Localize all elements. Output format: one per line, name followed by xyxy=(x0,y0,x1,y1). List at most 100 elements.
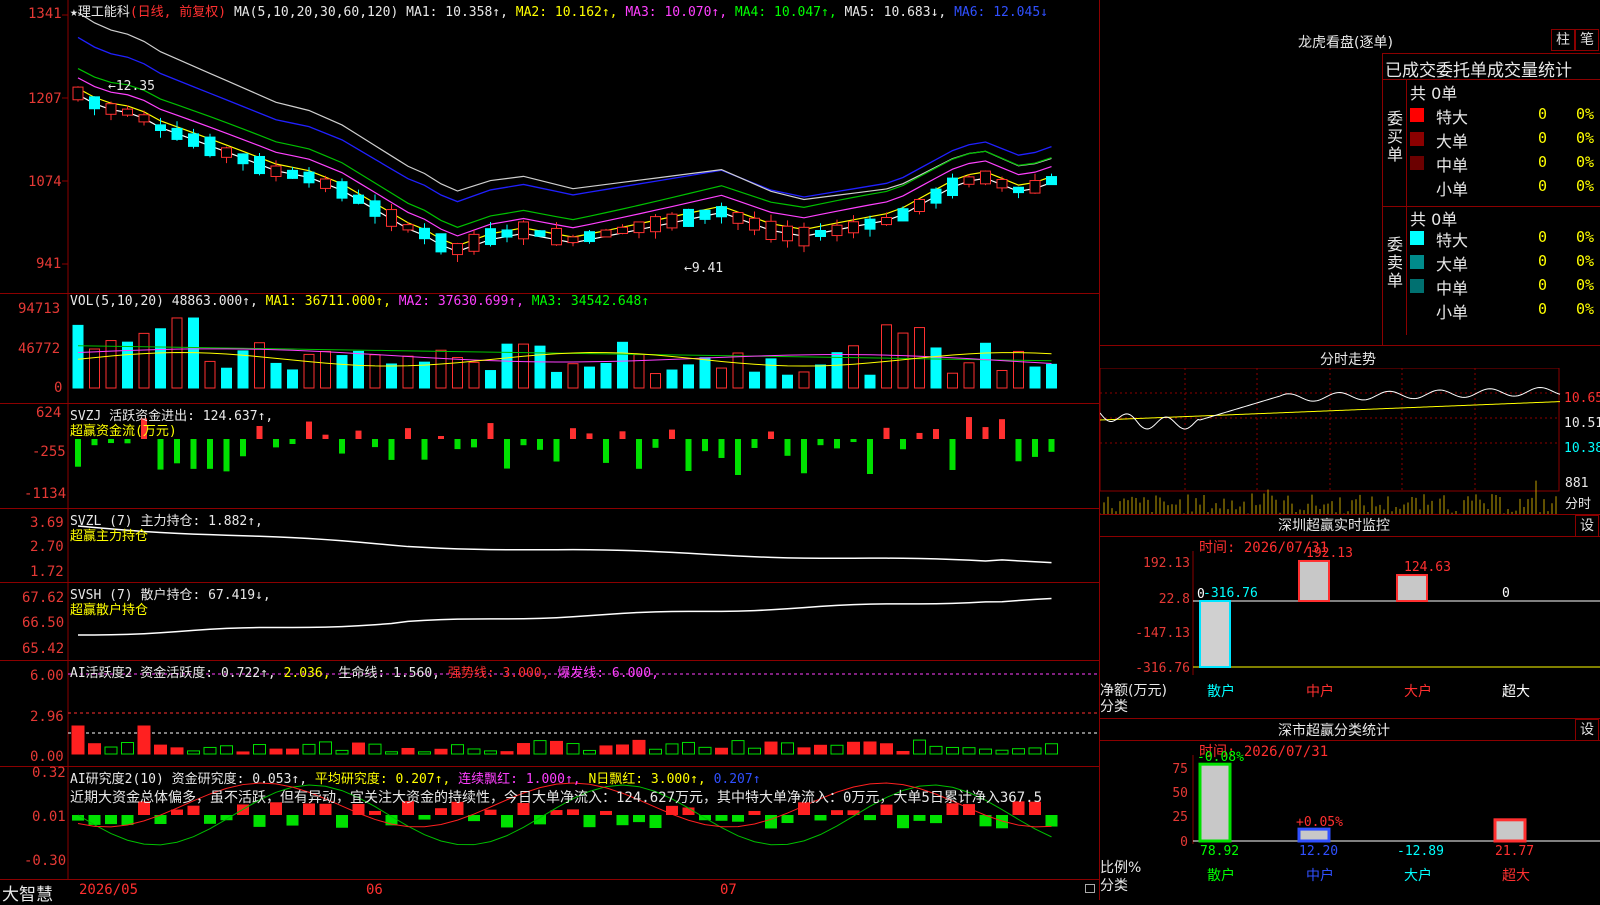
ma6-value: MA6: 12.045↓ xyxy=(954,5,1048,20)
activity-bar xyxy=(467,748,481,755)
research-bar xyxy=(864,815,876,821)
ai-activity-pane[interactable]: AI活跃度2 资金活跃度: 0.722↑, 2.036, 生命线: 1.560,… xyxy=(0,661,1099,767)
activity-bar xyxy=(385,751,398,755)
flow-bar xyxy=(190,439,197,469)
volume-bar xyxy=(287,369,298,389)
activity-bar xyxy=(632,739,646,755)
research-bar xyxy=(336,815,348,828)
monitor-chart[interactable]: 192.13 22.8 -147.13 -316.76 0 -316.76 散户 192.13… xyxy=(1100,515,1600,718)
order-percent: 0% xyxy=(1576,177,1595,195)
candle xyxy=(914,198,925,212)
candle xyxy=(1029,180,1041,194)
svzj-pane[interactable]: SVZJ 活跃资金进出: 124.637↑, 超赢资金流(万元) 624 -25… xyxy=(0,404,1099,509)
classify-chart[interactable]: 75 50 25 0 -0.08% 78.92 散户 +0.05% 12.20 中户 -12.89 大… xyxy=(1100,719,1600,900)
price-tick: 1074 xyxy=(28,174,62,190)
flow-bar xyxy=(256,425,263,439)
order-row: 特大 0 0% xyxy=(1410,103,1600,127)
bar-value: 124.63 xyxy=(1404,560,1451,575)
ai2-h3: 连续飘红: 1.000↑, xyxy=(458,772,581,787)
activity-bar xyxy=(995,749,1009,755)
change-label: +0.05% xyxy=(1296,815,1343,830)
activity-bar xyxy=(451,744,464,755)
lock-icon[interactable] xyxy=(1085,884,1095,893)
candle xyxy=(683,208,694,227)
date-axis: 大智慧 2026/05 06 07 xyxy=(0,880,1099,905)
svzl-pane[interactable]: SVZL (7) 主力持仓: 1.882↑, 超赢主力持仓 3.69 2.70 … xyxy=(0,509,1099,583)
stock-name: ★理工能科 xyxy=(70,5,130,20)
ai-research-pane[interactable]: AI研究度2(10) 资金研究度: 0.053↑, 平均研究度: 0.207↑,… xyxy=(0,765,1099,880)
activity-bar xyxy=(302,743,316,755)
order-type: 大单 xyxy=(1436,132,1469,151)
intraday-panel[interactable]: 分时走势 10.65 10.51 10.38 881 分时 xyxy=(1100,346,1600,514)
candle xyxy=(369,200,381,217)
volume-bar xyxy=(468,361,480,389)
monitor-panel[interactable]: 深圳超赢实时监控 设 时间: 2026/07/31 192.13 22.8 -147… xyxy=(1100,515,1600,718)
date-tick: 2026/05 xyxy=(79,882,139,898)
ai1-tick: 0.00 xyxy=(30,749,64,765)
flow-bar xyxy=(240,439,246,457)
candle xyxy=(765,220,777,240)
research-bar xyxy=(369,810,381,815)
flow-bar xyxy=(223,439,230,472)
intraday-chart[interactable] xyxy=(1100,368,1600,514)
vol-ma3: MA3: 34542.648↑ xyxy=(531,294,650,309)
svsh-pane[interactable]: SVSH (7) 散户持仓: 67.419↓, 超赢散户持仓 67.62 66.… xyxy=(0,583,1099,661)
candlestick-chart[interactable] xyxy=(0,0,1099,293)
ma1-value: MA1: 10.358↑, xyxy=(406,5,508,20)
order-row: 特大 0 0% xyxy=(1410,226,1600,250)
activity-bar xyxy=(187,750,200,755)
divider xyxy=(1382,53,1600,54)
price-pane[interactable]: ★理工能科(日线, 前复权) MA(5,10,20,30,60,120) MA1… xyxy=(0,0,1099,294)
research-bar xyxy=(913,815,926,821)
volume-bar xyxy=(89,348,100,389)
color-swatch xyxy=(1410,156,1424,170)
activity-bar xyxy=(253,744,266,755)
divider xyxy=(1406,79,1407,335)
svzl-tick: 3.69 xyxy=(30,515,64,531)
activity-bar xyxy=(962,747,976,755)
flow-bar xyxy=(685,439,692,471)
low-marker: ←9.41 xyxy=(684,261,724,276)
volume-pane[interactable]: VOL(5,10,20) 48863.000↑, MA1: 36711.000↑… xyxy=(0,294,1099,404)
flow-bar xyxy=(619,431,626,439)
volume-chart[interactable] xyxy=(0,294,1099,403)
order-type: 小单 xyxy=(1436,303,1469,322)
ma3-value: MA3: 10.070↑, xyxy=(625,5,728,20)
order-count: 0 xyxy=(1538,153,1548,171)
flow-bar xyxy=(669,429,675,439)
ai1-h4: 强势线: 3.000, xyxy=(447,666,550,681)
activity-bar xyxy=(913,739,926,755)
research-bar xyxy=(732,815,744,822)
volume-bar xyxy=(765,358,777,389)
bar-view-button[interactable]: 柱 xyxy=(1551,29,1575,51)
classify-tick: 0 xyxy=(1180,835,1188,850)
candle xyxy=(666,213,678,229)
flow-bar xyxy=(504,439,510,469)
order-row: 大单 0 0% xyxy=(1410,127,1600,151)
candle xyxy=(617,226,628,234)
activity-bar xyxy=(236,751,250,755)
candle xyxy=(105,103,117,115)
flow-bar xyxy=(900,439,906,450)
bar-value: -316.76 xyxy=(1203,586,1258,601)
research-bar xyxy=(484,809,497,815)
ratio-value: 21.77 xyxy=(1495,844,1534,859)
flow-bar xyxy=(702,439,708,452)
svzj-tick: -255 xyxy=(32,444,66,460)
flow-bar xyxy=(1015,439,1022,462)
activity-bar xyxy=(847,741,860,755)
color-swatch xyxy=(1410,231,1424,245)
chart-area[interactable]: ★理工能科(日线, 前复权) MA(5,10,20,30,60,120) MA1… xyxy=(0,0,1099,905)
flow-bar xyxy=(174,439,180,464)
volume-bar xyxy=(584,366,595,389)
high-marker: ←12.35 xyxy=(108,79,155,94)
pen-view-button[interactable]: 笔 xyxy=(1575,29,1599,51)
price-tick: 941 xyxy=(36,256,62,272)
classify-panel[interactable]: 深市超赢分类统计 设 时间: 2026/07/31 75 50 25 0 -0.08% 7… xyxy=(1100,719,1600,900)
flow-bar xyxy=(1032,439,1038,457)
ratio-label: 比例% xyxy=(1100,860,1142,876)
research-bar xyxy=(814,815,827,821)
candle xyxy=(897,208,909,222)
order-percent: 0% xyxy=(1576,228,1595,246)
candle xyxy=(336,181,348,199)
